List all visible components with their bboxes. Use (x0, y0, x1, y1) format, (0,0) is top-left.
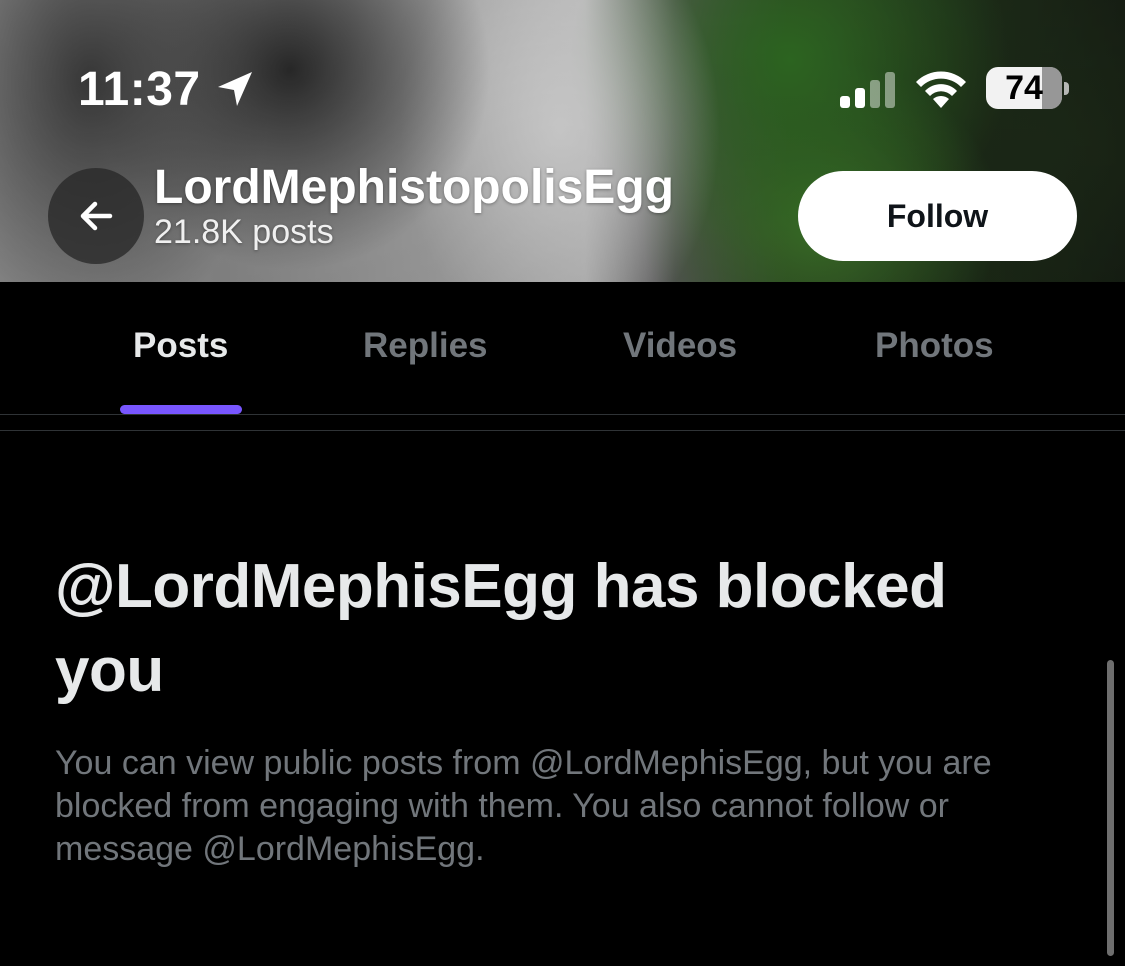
tab-replies[interactable]: Replies (363, 326, 488, 366)
profile-post-count: 21.8K posts (154, 213, 334, 251)
follow-button[interactable]: Follow (798, 171, 1077, 261)
content-divider (0, 430, 1125, 431)
battery-tip (1064, 82, 1069, 95)
tab-photos[interactable]: Photos (875, 326, 994, 366)
location-arrow-icon (218, 72, 252, 106)
cellular-signal-icon (840, 72, 895, 108)
status-time: 11:37 (78, 63, 201, 116)
battery-indicator: 74 (986, 67, 1062, 109)
active-tab-indicator (120, 405, 242, 414)
blocked-title: @LordMephisEgg has blocked you (55, 552, 947, 705)
blocked-description: You can view public posts from @LordMeph… (55, 744, 992, 868)
wifi-icon (916, 71, 966, 108)
profile-tabs: Posts Replies Videos Photos (0, 282, 1125, 414)
tab-videos[interactable]: Videos (623, 326, 737, 366)
profile-screen: 11:37 74 LordMephistopolisEgg 21.8K post… (0, 0, 1125, 966)
profile-display-name: LordMephistopolisEgg (154, 161, 674, 214)
back-button[interactable] (48, 168, 144, 264)
arrow-left-icon (80, 201, 113, 231)
tab-posts[interactable]: Posts (133, 326, 228, 366)
tabs-divider (0, 414, 1125, 415)
battery-percent: 74 (1005, 69, 1043, 107)
scrollbar[interactable] (1107, 660, 1114, 956)
